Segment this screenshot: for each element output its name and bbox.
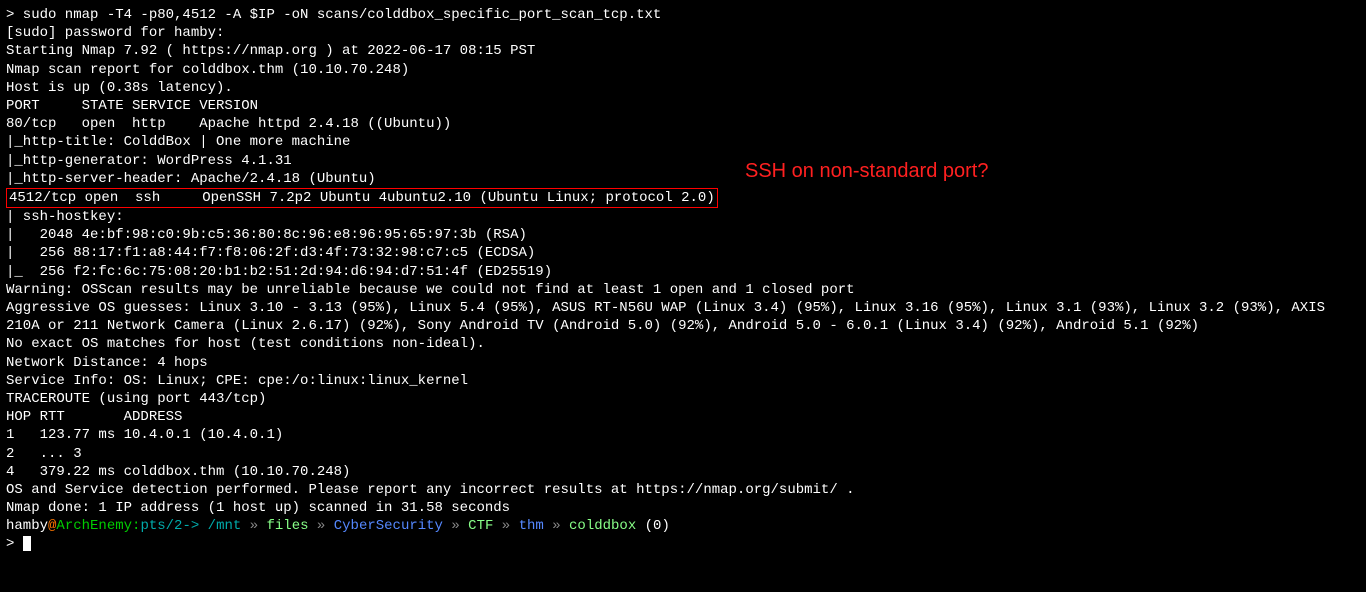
shell-prompt: hamby@ArchEnemy:pts/2-> /mnt » files » C…	[6, 517, 1360, 535]
nmap-start: Starting Nmap 7.92 ( https://nmap.org ) …	[6, 42, 1360, 60]
command-line: > sudo nmap -T4 -p80,4512 -A $IP -oN sca…	[6, 6, 1360, 24]
hop-1: 1 123.77 ms 10.4.0.1 (10.4.0.1)	[6, 426, 1360, 444]
ssh-ecdsa: | 256 88:17:f1:a8:44:f7:f8:06:2f:d3:4f:7…	[6, 244, 1360, 262]
no-exact-os: No exact OS matches for host (test condi…	[6, 335, 1360, 353]
terminal-output[interactable]: > sudo nmap -T4 -p80,4512 -A $IP -oN sca…	[6, 6, 1360, 554]
hop-2: 2 ... 3	[6, 445, 1360, 463]
scan-report: Nmap scan report for colddbox.thm (10.10…	[6, 61, 1360, 79]
http-server-header: |_http-server-header: Apache/2.4.18 (Ubu…	[6, 170, 1360, 188]
osscan-warning: Warning: OSScan results may be unreliabl…	[6, 281, 1360, 299]
highlight-box: 4512/tcp open ssh OpenSSH 7.2p2 Ubuntu 4…	[6, 188, 718, 208]
cursor	[23, 536, 31, 551]
hop-4: 4 379.22 ms colddbox.thm (10.10.70.248)	[6, 463, 1360, 481]
network-distance: Network Distance: 4 hops	[6, 354, 1360, 372]
os-guesses: Aggressive OS guesses: Linux 3.10 - 3.13…	[6, 299, 1360, 335]
host-up: Host is up (0.38s latency).	[6, 79, 1360, 97]
ssh-rsa: | 2048 4e:bf:98:c0:9b:c5:36:80:8c:96:e8:…	[6, 226, 1360, 244]
input-prompt[interactable]: >	[6, 535, 1360, 553]
http-generator: |_http-generator: WordPress 4.1.31	[6, 152, 1360, 170]
service-info: Service Info: OS: Linux; CPE: cpe:/o:lin…	[6, 372, 1360, 390]
port-header: PORT STATE SERVICE VERSION	[6, 97, 1360, 115]
nmap-done: Nmap done: 1 IP address (1 host up) scan…	[6, 499, 1360, 517]
http-title: |_http-title: ColddBox | One more machin…	[6, 133, 1360, 151]
traceroute-header: TRACEROUTE (using port 443/tcp)	[6, 390, 1360, 408]
os-detection: OS and Service detection performed. Plea…	[6, 481, 1360, 499]
sudo-prompt: [sudo] password for hamby:	[6, 24, 1360, 42]
port-80: 80/tcp open http Apache httpd 2.4.18 ((U…	[6, 115, 1360, 133]
ssh-hostkey: | ssh-hostkey:	[6, 208, 1360, 226]
red-annotation: SSH on non-standard port?	[745, 158, 989, 184]
ssh-ed25519: |_ 256 f2:fc:6c:75:08:20:b1:b2:51:2d:94:…	[6, 263, 1360, 281]
traceroute-cols: HOP RTT ADDRESS	[6, 408, 1360, 426]
port-4512-highlighted: 4512/tcp open ssh OpenSSH 7.2p2 Ubuntu 4…	[6, 188, 1360, 208]
